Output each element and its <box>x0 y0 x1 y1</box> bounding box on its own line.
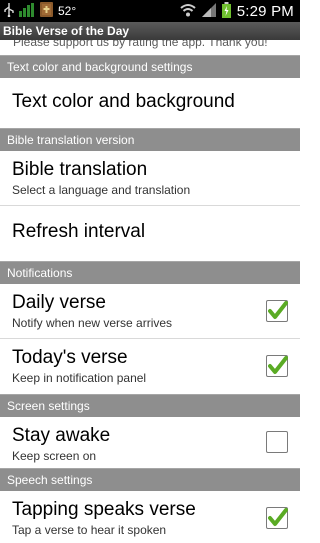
pref-daily-verse[interactable]: Daily verse Notify when new verse arrive… <box>0 284 300 339</box>
section-header-bible-translation: Bible translation version <box>0 128 300 151</box>
pref-stay-awake[interactable]: Stay awake Keep screen on <box>0 417 300 468</box>
app-title: Bible Verse of the Day <box>3 24 130 38</box>
preferences-list: Text color and background settings Text … <box>0 55 300 543</box>
pref-title: Daily verse <box>12 292 106 313</box>
checkmark-icon <box>268 301 288 319</box>
pref-title: Text color and background <box>12 91 235 112</box>
pref-refresh-interval[interactable]: Refresh interval <box>0 206 300 261</box>
rating-request-text[interactable]: Please support us by rating the app. Tha… <box>0 40 300 55</box>
signal-icon <box>201 2 216 20</box>
section-header-speech-settings: Speech settings <box>0 468 300 491</box>
pref-summary: Keep in notification panel <box>12 371 147 385</box>
pref-summary: Select a language and translation <box>12 183 191 197</box>
temperature-text: 52° <box>58 4 77 18</box>
daily-verse-checkbox[interactable] <box>266 300 288 322</box>
pref-title: Stay awake <box>12 425 111 446</box>
pref-tapping-speaks-verse[interactable]: Tapping speaks verse Tap a verse to hear… <box>0 491 300 543</box>
usb-icon <box>4 2 14 20</box>
bars-app-icon <box>19 2 35 20</box>
wifi-icon <box>180 3 196 20</box>
pref-todays-verse[interactable]: Today's verse Keep in notification panel <box>0 339 300 394</box>
pref-summary: Notify when new verse arrives <box>12 316 173 330</box>
pref-text-color-background[interactable]: Text color and background <box>0 78 300 128</box>
tapping-speaks-verse-checkbox[interactable] <box>266 507 288 529</box>
app-title-bar: Bible Verse of the Day <box>0 22 300 40</box>
section-header-screen-settings: Screen settings <box>0 394 300 417</box>
pref-title: Today's verse <box>12 347 128 368</box>
clock-text: 5:29 PM <box>236 2 294 20</box>
stay-awake-checkbox[interactable] <box>266 431 288 453</box>
todays-verse-checkbox[interactable] <box>266 355 288 377</box>
pref-title: Refresh interval <box>12 221 146 242</box>
pref-title: Bible translation <box>12 159 148 180</box>
pref-summary: Tap a verse to hear it spoken <box>12 523 167 537</box>
checkmark-icon <box>268 356 288 374</box>
pref-bible-translation[interactable]: Bible translation Select a language and … <box>0 151 300 206</box>
checkmark-icon <box>268 508 288 526</box>
battery-icon <box>221 1 231 21</box>
rating-request-label: Please support us by rating the app. Tha… <box>13 40 268 49</box>
bible-app-icon <box>40 2 53 20</box>
section-header-notifications: Notifications <box>0 261 300 284</box>
section-header-text-color: Text color and background settings <box>0 55 300 78</box>
status-bar: 52° 5:29 PM <box>0 0 300 22</box>
pref-summary: Keep screen on <box>12 449 97 463</box>
pref-title: Tapping speaks verse <box>12 499 196 520</box>
